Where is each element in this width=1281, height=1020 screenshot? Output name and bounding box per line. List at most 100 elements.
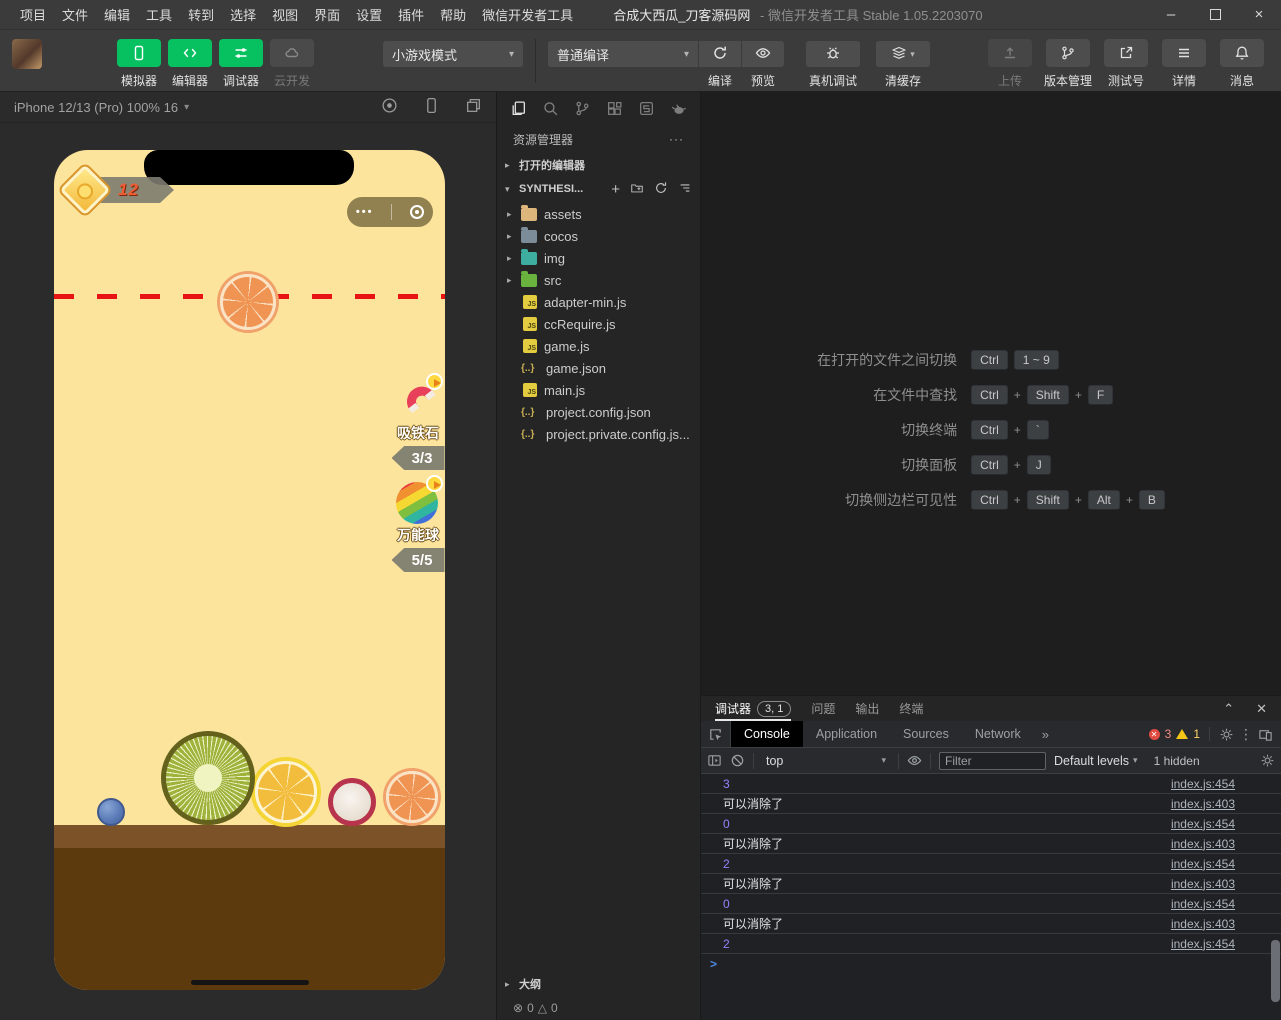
source-link[interactable]: index.js:403 — [1171, 837, 1235, 851]
kebab-menu-icon[interactable]: ⋮ — [1239, 726, 1253, 743]
toolbar-button[interactable]: 消息 — [1219, 39, 1265, 89]
game-screen[interactable]: 12 ••• 吸铁石 3/3 万能球 5/5 — [54, 150, 445, 990]
device-toolbar-icon[interactable] — [1258, 727, 1273, 742]
device-frame-icon[interactable] — [423, 97, 440, 117]
source-link[interactable]: index.js:454 — [1171, 937, 1235, 951]
source-link[interactable]: index.js:454 — [1171, 897, 1235, 911]
folder-icon — [521, 270, 537, 287]
multi-window-icon[interactable] — [465, 97, 482, 117]
maximize-button[interactable] — [1193, 0, 1237, 29]
capsule-menu-button[interactable]: ••• — [356, 206, 374, 218]
menu-item[interactable]: 文件 — [54, 5, 96, 24]
console-prompt[interactable]: > — [701, 954, 1281, 974]
source-link[interactable]: index.js:403 — [1171, 877, 1235, 891]
device-select[interactable]: iPhone 12/13 (Pro) 100% 16 — [14, 100, 178, 115]
record-icon[interactable] — [381, 97, 398, 117]
console-scrollbar[interactable] — [1271, 940, 1280, 1002]
filter-input[interactable] — [939, 751, 1046, 770]
panel-tab[interactable]: 调试器 3, 1 — [715, 696, 792, 721]
devtools-tab[interactable]: Sources — [890, 721, 962, 747]
menu-item[interactable]: 微信开发者工具 — [474, 5, 581, 24]
log-levels-select[interactable]: Default levels ▾ — [1054, 754, 1138, 768]
toolbar-button[interactable]: 测试号 — [1103, 39, 1149, 89]
close-panel-icon[interactable]: ✕ — [1256, 701, 1267, 717]
menu-item[interactable]: 视图 — [264, 5, 306, 24]
menu-item[interactable]: 编辑 — [96, 5, 138, 24]
toolbar-button[interactable]: 调试器 — [218, 39, 264, 89]
tree-item[interactable]: JS adapter-min.js — [497, 291, 700, 313]
minimize-button[interactable]: – — [1149, 0, 1193, 29]
toolbar-button[interactable]: 模拟器 — [116, 39, 162, 89]
menu-item[interactable]: 插件 — [390, 5, 432, 24]
more-actions-icon[interactable]: ··· — [669, 132, 684, 146]
tree-item[interactable]: JS ccRequire.js — [497, 313, 700, 335]
compile-button[interactable]: 编译 — [699, 39, 741, 89]
menu-item[interactable]: 转到 — [180, 5, 222, 24]
user-avatar[interactable] — [12, 39, 42, 69]
compile-group: 普通编译 ▾ 编译 预览 — [548, 39, 784, 89]
inspect-element-icon[interactable] — [701, 721, 731, 747]
source-control-icon[interactable] — [574, 100, 591, 117]
panel-tab[interactable]: 终端 — [899, 696, 923, 721]
tree-item[interactable]: {..} project.private.config.js... — [497, 423, 700, 445]
extensions-icon[interactable] — [606, 100, 623, 117]
shortcut-keys: Ctrl + ` — [971, 420, 1165, 440]
files-icon[interactable] — [510, 100, 527, 117]
search-icon[interactable] — [542, 100, 559, 117]
refresh-icon[interactable] — [654, 181, 668, 198]
snippet-icon[interactable] — [638, 100, 655, 117]
menu-item[interactable]: 选择 — [222, 5, 264, 24]
compile-mode-select[interactable]: 普通编译 ▾ — [548, 41, 698, 67]
new-file-icon[interactable]: + — [611, 181, 620, 198]
tree-item[interactable]: {..} game.json — [497, 357, 700, 379]
chevron-up-icon[interactable]: ⌃ — [1223, 701, 1234, 717]
tree-item[interactable]: ▸ cocos — [497, 225, 700, 247]
context-select[interactable]: top ▾ — [762, 754, 890, 768]
toolbar-button[interactable]: 版本管理 — [1044, 39, 1092, 89]
tree-item[interactable]: {..} project.config.json — [497, 401, 700, 423]
chevron-right-icon: ▸ — [505, 159, 510, 170]
collapse-all-icon[interactable] — [678, 181, 692, 198]
panel-tab[interactable]: 问题 — [811, 696, 835, 721]
devtools-tab[interactable]: Application — [803, 721, 890, 747]
powerup-magnet[interactable]: 吸铁石 3/3 — [391, 373, 445, 470]
tree-item[interactable]: ▸ src — [497, 269, 700, 291]
tree-item[interactable]: ▸ assets — [497, 203, 700, 225]
more-tabs[interactable]: » — [1034, 727, 1057, 742]
devtools-tab[interactable]: Console — [731, 721, 803, 747]
close-button[interactable]: × — [1237, 0, 1281, 29]
console-sidebar-icon[interactable] — [707, 753, 722, 768]
menu-item[interactable]: 设置 — [348, 5, 390, 24]
menu-item[interactable]: 工具 — [138, 5, 180, 24]
panel-tab[interactable]: 输出 — [855, 696, 879, 721]
source-link[interactable]: index.js:454 — [1171, 817, 1235, 831]
new-folder-icon[interactable] — [630, 181, 644, 198]
source-link[interactable]: index.js:403 — [1171, 917, 1235, 931]
devtools-tab[interactable]: Network — [962, 721, 1034, 747]
menu-item[interactable]: 项目 — [12, 5, 54, 24]
capsule-close-button[interactable] — [410, 205, 425, 219]
source-link[interactable]: index.js:454 — [1171, 857, 1235, 871]
menu-item[interactable]: 帮助 — [432, 5, 474, 24]
mode-select[interactable]: 小游戏模式 ▾ — [383, 41, 523, 67]
tree-item[interactable]: ▸ img — [497, 247, 700, 269]
powerup-rainbow-ball[interactable]: 万能球 5/5 — [391, 475, 445, 572]
project-section[interactable]: ▾ SYNTHESI... + — [497, 177, 700, 201]
toolbar-button[interactable]: 详情 — [1161, 39, 1207, 89]
open-editors-section[interactable]: ▸ 打开的编辑器 — [497, 153, 700, 177]
teapot-icon[interactable] — [670, 100, 687, 117]
clear-cache-button[interactable]: ▾ 清缓存 — [876, 39, 930, 89]
source-link[interactable]: index.js:454 — [1171, 777, 1235, 791]
console-settings-icon[interactable] — [1260, 753, 1275, 768]
gear-icon[interactable] — [1219, 727, 1234, 742]
clear-console-icon[interactable] — [730, 753, 745, 768]
source-link[interactable]: index.js:403 — [1171, 797, 1235, 811]
device-debug-button[interactable]: 真机调试 — [806, 39, 860, 89]
tree-item[interactable]: JS main.js — [497, 379, 700, 401]
outline-section[interactable]: ▸ 大纲 — [497, 972, 700, 996]
toolbar-button[interactable]: 编辑器 — [167, 39, 213, 89]
eye-icon[interactable] — [907, 753, 922, 768]
preview-button[interactable]: 预览 — [742, 39, 784, 89]
menu-item[interactable]: 界面 — [306, 5, 348, 24]
tree-item[interactable]: JS game.js — [497, 335, 700, 357]
